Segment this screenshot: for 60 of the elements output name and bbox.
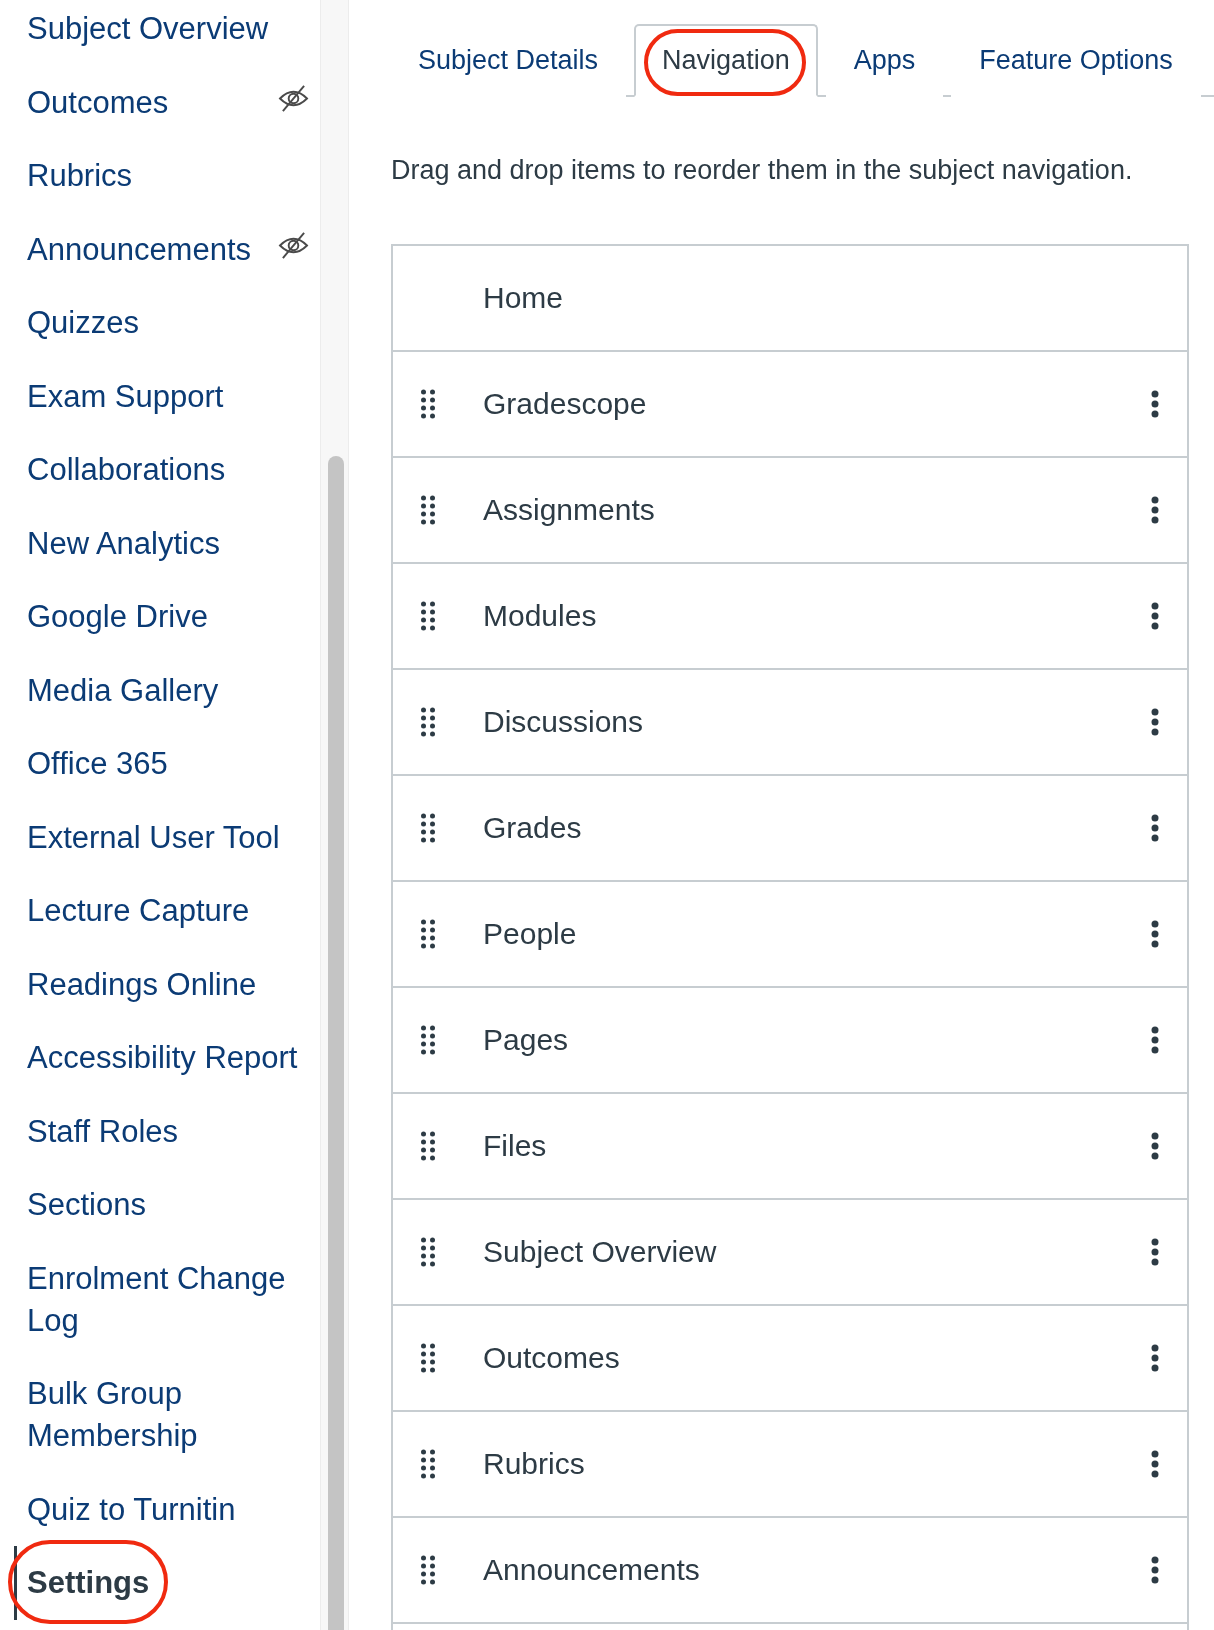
navigation-item[interactable]: Files <box>483 1129 547 1163</box>
sidebar-link[interactable]: Office 365 <box>14 727 320 801</box>
sidebar-link[interactable]: Rubrics <box>14 139 320 213</box>
navigation-item[interactable]: Rubrics <box>483 1447 585 1481</box>
navigation-item[interactable]: People <box>483 917 577 951</box>
navigation-item[interactable]: Gradescope <box>483 387 647 421</box>
instruction-text: Drag and drop items to reorder them in the subject navigation. <box>391 154 1134 186</box>
sidebar-link[interactable]: Subject Overview <box>14 0 320 66</box>
more-options-icon[interactable] <box>1151 496 1159 524</box>
sidebar-link[interactable]: New Analytics <box>14 506 320 581</box>
sidebar-link[interactable]: Collaborations <box>14 433 320 507</box>
sidebar-link[interactable]: External User Tool <box>14 800 320 875</box>
drag-handle-icon[interactable] <box>421 1343 435 1373</box>
drag-handle-icon[interactable] <box>421 1237 435 1267</box>
drag-handle-icon[interactable] <box>421 601 435 631</box>
more-options-icon[interactable] <box>1151 1238 1159 1266</box>
more-options-icon[interactable] <box>1151 1450 1159 1478</box>
navigation-item[interactable]: Assignments <box>483 493 655 527</box>
more-options-icon[interactable] <box>1151 1556 1159 1584</box>
more-options-icon[interactable] <box>1151 920 1159 948</box>
more-options-icon[interactable] <box>1151 390 1159 418</box>
navigation-item[interactable]: Modules <box>483 599 597 633</box>
sidebar-link[interactable]: Accessibility Report <box>14 1021 320 1095</box>
sidebar-link[interactable]: Exam Support <box>14 359 320 434</box>
drag-handle-icon[interactable] <box>421 1555 435 1585</box>
sidebar-link[interactable]: Lecture Capture <box>14 874 320 948</box>
drag-handle-icon[interactable] <box>421 389 435 419</box>
sidebar-link[interactable]: Bulk Group Membership <box>14 1357 320 1473</box>
more-options-icon[interactable] <box>1151 1344 1159 1372</box>
sidebar-link[interactable]: Google Drive <box>14 580 320 654</box>
drag-handle-icon[interactable] <box>421 707 435 737</box>
navigation-item[interactable]: Outcomes <box>483 1341 620 1375</box>
drag-handle-icon[interactable] <box>421 495 435 525</box>
drag-handle-icon[interactable] <box>421 813 435 843</box>
sidebar-link[interactable]: Quizzes <box>14 286 320 360</box>
sidebar-link[interactable]: Announcements <box>14 212 320 287</box>
navigation-item[interactable]: Subject Overview <box>483 1235 717 1269</box>
sidebar-link[interactable]: Readings Online <box>14 947 320 1022</box>
more-options-icon[interactable] <box>1151 708 1159 736</box>
sidebar-link[interactable]: Enrolment Change Log <box>14 1241 320 1358</box>
navigation-item[interactable]: Pages <box>483 1023 569 1057</box>
navigation-item[interactable]: Announcements <box>483 1553 700 1587</box>
more-options-icon[interactable] <box>1151 1026 1159 1054</box>
navigation-item[interactable]: Grades <box>483 811 582 845</box>
drag-handle-icon[interactable] <box>421 1449 435 1479</box>
scrollbar-thumb[interactable] <box>328 456 344 1630</box>
sidebar-link[interactable]: Outcomes <box>14 65 320 140</box>
tab[interactable]: Navigation <box>634 24 818 97</box>
more-options-icon[interactable] <box>1151 1132 1159 1160</box>
more-options-icon[interactable] <box>1151 602 1159 630</box>
sidebar-link[interactable]: Media Gallery <box>14 653 320 728</box>
sidebar-link[interactable]: Staff Roles <box>14 1094 320 1169</box>
drag-handle-icon[interactable] <box>421 1131 435 1161</box>
drag-handle-icon[interactable] <box>421 1025 435 1055</box>
navigation-item[interactable]: Discussions <box>483 705 644 739</box>
sidebar-link[interactable]: Quiz to Turnitin <box>14 1472 320 1547</box>
navigation-item[interactable]: Home <box>483 281 564 315</box>
more-options-icon[interactable] <box>1151 814 1159 842</box>
drag-handle-icon[interactable] <box>421 919 435 949</box>
sidebar-link[interactable]: Sections <box>14 1168 320 1242</box>
